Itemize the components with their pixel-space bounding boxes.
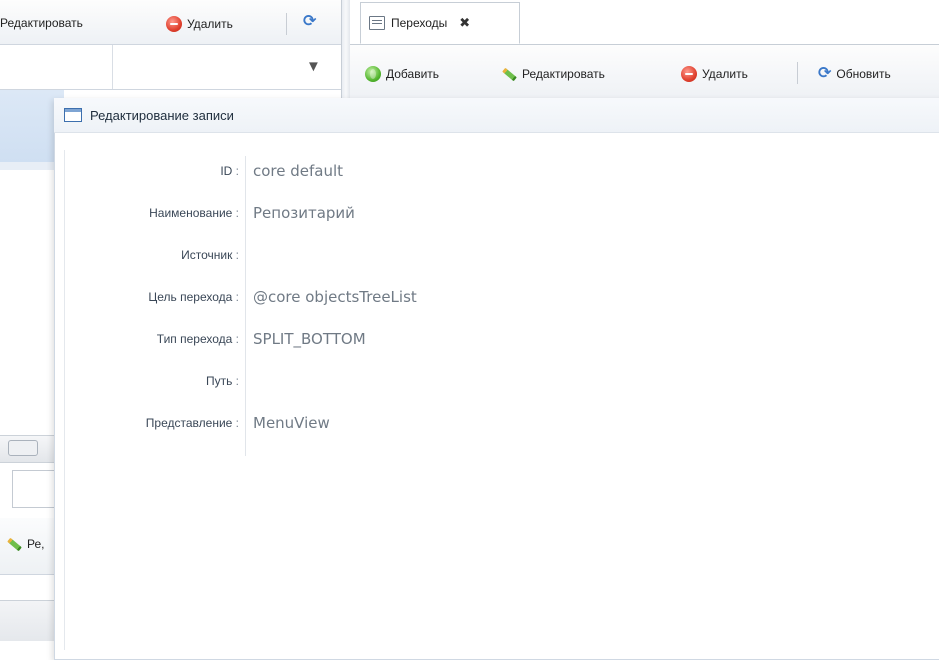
field-label: Путь — [64, 374, 239, 388]
field-value: Репозитарий — [253, 204, 355, 222]
field-label: Источник — [64, 248, 239, 262]
list-icon — [369, 16, 385, 30]
dialog-title: Редактирование записи — [90, 107, 234, 123]
window-icon — [64, 108, 82, 122]
delete-icon — [166, 16, 182, 32]
field-label: Тип перехода — [64, 332, 239, 346]
toolbar-separator — [286, 13, 287, 35]
refresh-button[interactable]: ⟳ Обновить — [818, 66, 891, 82]
tab-transitions[interactable]: Переходы ✖ — [360, 2, 520, 44]
left-delete-label: Удалить — [187, 17, 233, 31]
filter-icon[interactable]: ▼ — [306, 58, 321, 75]
field-row-name: Наименование Репозитарий — [64, 202, 939, 226]
left-filter-row — [0, 45, 341, 90]
delete-icon — [681, 66, 697, 82]
left-splitter-handle[interactable] — [8, 440, 38, 456]
field-row-id: ID core default — [64, 160, 939, 184]
refresh-label: Обновить — [836, 67, 891, 81]
add-button[interactable]: Добавить — [365, 66, 439, 82]
field-value: SPLIT_BOTTOM — [253, 330, 366, 348]
delete-button[interactable]: Удалить — [681, 66, 748, 82]
dialog-header[interactable]: Редактирование записи — [54, 98, 939, 133]
field-label: ID — [64, 164, 239, 178]
field-label: Наименование — [64, 206, 239, 220]
left-edit-label: Редактировать — [0, 16, 83, 30]
field-row-target: Цель перехода @core objectsTreeList — [64, 286, 939, 310]
field-label: Представление — [64, 416, 239, 430]
field-row-path: Путь — [64, 370, 939, 394]
add-label: Добавить — [386, 67, 440, 81]
pencil-icon — [501, 66, 517, 82]
left-delete-button[interactable]: Удалить — [166, 16, 233, 32]
field-value: @core objectsTreeList — [253, 288, 417, 306]
pencil-icon — [6, 536, 22, 552]
left-edit-button[interactable]: Редактировать — [0, 16, 83, 30]
left-bottom-edit-button[interactable]: Ре, — [6, 536, 44, 552]
edit-label: Редактировать — [522, 67, 605, 81]
refresh-icon: ⟳ — [818, 65, 832, 82]
field-label: Цель перехода — [64, 290, 239, 304]
toolbar-separator — [797, 62, 798, 84]
field-row-view: Представление MenuView — [64, 412, 939, 436]
add-icon — [365, 66, 381, 82]
close-icon[interactable]: ✖ — [459, 15, 470, 31]
edit-button[interactable]: Редактировать — [501, 66, 605, 82]
tab-label: Переходы — [391, 16, 448, 30]
field-row-type: Тип перехода SPLIT_BOTTOM — [64, 328, 939, 352]
filter-column-divider — [112, 45, 113, 89]
field-row-source: Источник — [64, 244, 939, 268]
delete-label: Удалить — [702, 67, 748, 81]
field-value: core default — [253, 162, 344, 180]
field-value: MenuView — [253, 414, 330, 432]
left-bottom-edit-label: Ре, — [27, 537, 45, 551]
left-refresh-icon[interactable]: ⟳ — [303, 14, 316, 30]
